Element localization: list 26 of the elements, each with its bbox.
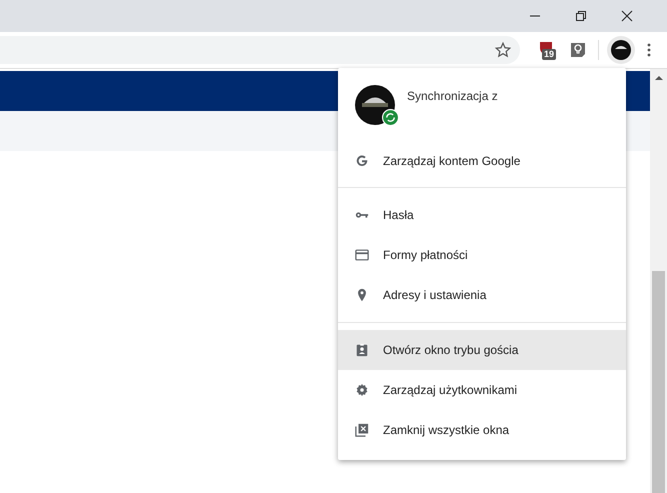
menu-item[interactable]: Formy płatności: [338, 235, 626, 275]
credit-card-icon: [355, 248, 369, 262]
menu-item[interactable]: Zarządzaj kontem Google: [338, 141, 626, 181]
menu-item[interactable]: Hasła: [338, 195, 626, 235]
close-windows-icon: [355, 423, 369, 437]
location-pin-icon: [355, 288, 369, 302]
menu-item[interactable]: Zarządzaj użytkownikami: [338, 370, 626, 410]
sync-icon: [382, 109, 399, 126]
close-icon[interactable]: [621, 10, 633, 22]
menu-item[interactable]: Zamknij wszystkie okna: [338, 410, 626, 450]
settings-icon: [355, 383, 369, 397]
avatar-icon: [611, 40, 631, 60]
scrollbar[interactable]: [650, 69, 667, 493]
restore-icon[interactable]: [575, 10, 587, 22]
profile-button[interactable]: [607, 36, 635, 64]
star-icon[interactable]: [494, 41, 512, 59]
scroll-up-icon[interactable]: [654, 75, 662, 81]
person-badge-icon: [355, 343, 369, 357]
menu-icon[interactable]: [647, 42, 651, 58]
menu-item[interactable]: Otwórz okno trybu gościa: [338, 330, 626, 370]
scrollbar-thumb[interactable]: [652, 271, 665, 493]
google-icon: [355, 154, 369, 168]
sync-status-text: Synchronizacja z: [407, 89, 498, 105]
menu-item[interactable]: Adresy i ustawienia: [338, 275, 626, 315]
lightbulb-icon[interactable]: [570, 42, 586, 58]
extension-badge: 19: [542, 49, 556, 60]
